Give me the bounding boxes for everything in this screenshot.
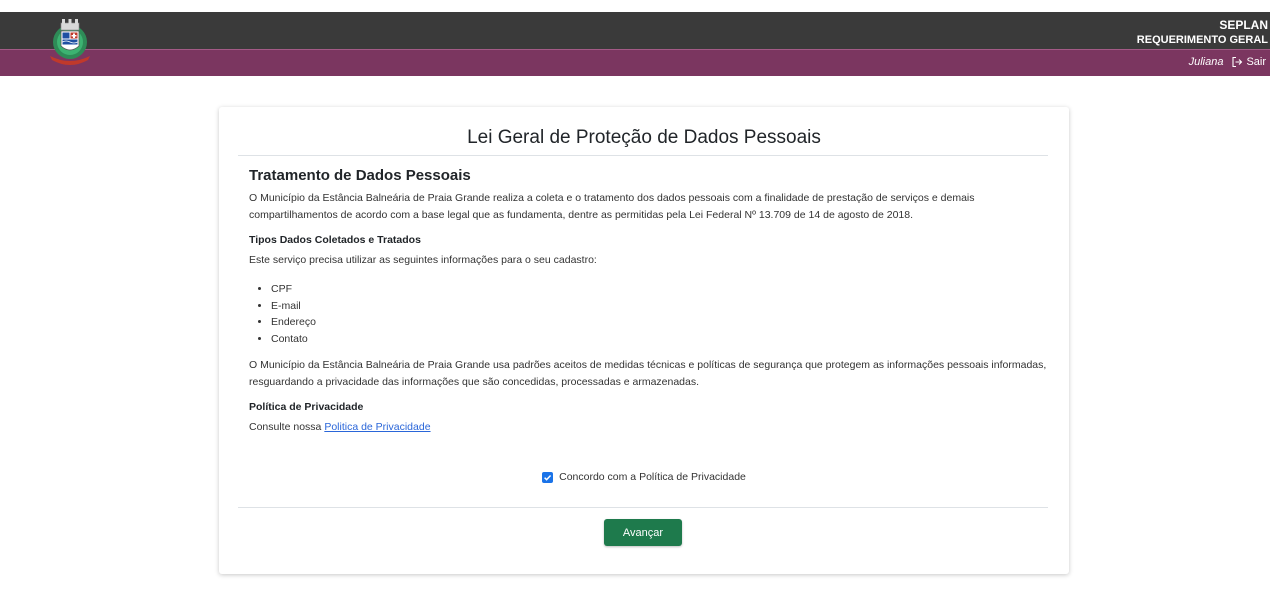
logout-icon — [1232, 56, 1243, 68]
agree-row: Concordo com a Política de Privacidade — [219, 471, 1069, 483]
user-area: Juliana Sair — [1189, 56, 1266, 68]
privacy-policy-text: Consulte nossa — [249, 421, 322, 433]
divider — [238, 507, 1048, 508]
card-content: Tratamento de Dados Pessoais O Município… — [249, 167, 1049, 444]
module-name: REQUERIMENTO GERAL — [1136, 34, 1268, 46]
agree-label[interactable]: Concordo com a Política de Privacidade — [559, 471, 746, 483]
list-item: Contato — [271, 331, 1049, 348]
privacy-policy-link[interactable]: Politica de Privacidade — [324, 421, 430, 433]
intro-paragraph: O Município da Estância Balneária de Pra… — [249, 192, 975, 221]
card-title: Lei Geral de Proteção de Dados Pessoais — [467, 127, 821, 148]
top-header-bar — [0, 12, 1270, 49]
checkmark-icon — [544, 474, 552, 481]
privacy-policy-title: Política de Privacidade — [249, 401, 364, 413]
user-name: Juliana — [1188, 56, 1224, 68]
privacy-policy-paragraph: Consulte nossa Politica de Privacidade — [249, 419, 1049, 436]
data-types-title: Tipos Dados Coletados e Tratados — [249, 234, 421, 246]
list-item: E-mail — [271, 298, 1049, 315]
section-title: Tratamento de Dados Pessoais — [249, 167, 471, 184]
lgpd-card: Lei Geral de Proteção de Dados Pessoais … — [219, 107, 1069, 574]
system-title: SEPLAN REQUERIMENTO GERAL — [1137, 18, 1268, 48]
logout-button[interactable]: Sair — [1231, 56, 1266, 68]
security-paragraph: O Município da Estância Balneária de Pra… — [249, 359, 1047, 388]
data-types-intro: Este serviço precisa utilizar as seguint… — [249, 254, 597, 266]
system-name: SEPLAN — [1219, 18, 1268, 32]
city-coat-of-arms-logo — [44, 16, 96, 68]
list-item: CPF — [271, 281, 1049, 298]
data-types-list: CPF E-mail Endereço Contato — [249, 281, 1049, 347]
divider — [238, 155, 1048, 156]
list-item: Endereço — [271, 314, 1049, 331]
user-bar — [0, 49, 1270, 76]
agree-checkbox[interactable] — [542, 471, 554, 483]
next-button[interactable]: Avançar — [604, 519, 682, 546]
logout-label: Sair — [1246, 56, 1266, 68]
